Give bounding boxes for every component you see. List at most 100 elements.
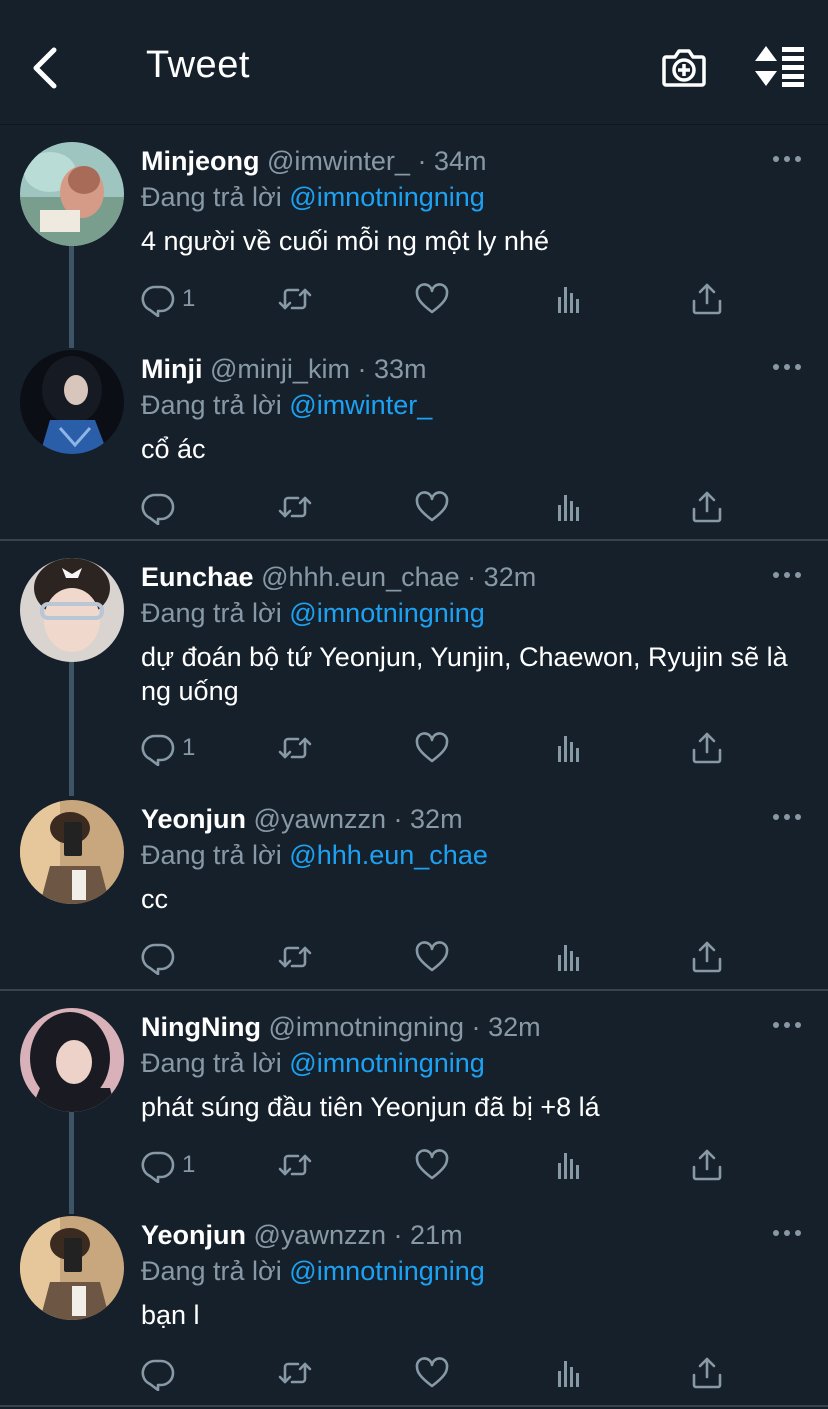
heart-icon (414, 1355, 450, 1391)
reply-button[interactable] (140, 487, 182, 527)
share-icon (689, 939, 725, 975)
display-name[interactable]: Minjeong (141, 146, 259, 176)
avatar[interactable] (20, 558, 124, 662)
timestamp[interactable]: 34m (434, 146, 487, 176)
display-name[interactable]: Yeonjun (141, 1220, 246, 1250)
tweet-text: 4 người về cuối mỗi ng một ly nhé (141, 226, 549, 256)
avatar[interactable] (20, 1216, 124, 1320)
user-handle[interactable]: @yawnzzn (254, 804, 386, 834)
analytics-button[interactable] (552, 487, 588, 527)
reply-button[interactable]: 1 (140, 728, 195, 768)
camera-plus-icon[interactable] (660, 43, 708, 91)
retweet-button[interactable] (277, 728, 313, 768)
avatar[interactable] (20, 800, 124, 904)
more-icon[interactable] (772, 154, 802, 164)
timestamp[interactable]: 32m (488, 1012, 541, 1042)
timestamp[interactable]: 33m (374, 354, 427, 384)
user-handle[interactable]: @minji_kim (210, 354, 350, 384)
reply-button[interactable]: 1 (140, 1145, 195, 1185)
replying-label: Đang trả lời (141, 390, 282, 420)
user-handle[interactable]: @imnotningning (269, 1012, 465, 1042)
retweet-button[interactable] (277, 937, 313, 977)
more-icon[interactable] (772, 362, 802, 372)
retweet-button[interactable] (277, 1145, 313, 1185)
share-button[interactable] (689, 728, 725, 768)
analytics-icon (552, 281, 588, 317)
timestamp[interactable]: 32m (410, 804, 463, 834)
retweet-button[interactable] (277, 1353, 313, 1393)
sort-icon[interactable] (752, 44, 808, 88)
retweet-icon (277, 1355, 313, 1391)
like-button[interactable] (414, 487, 450, 527)
mention-link[interactable]: @imnotningning (289, 182, 485, 212)
display-name[interactable]: Minji (141, 354, 203, 384)
share-icon (689, 730, 725, 766)
mention-link[interactable]: @imnotningning (289, 598, 485, 628)
thread-divider (0, 1405, 828, 1407)
like-button[interactable] (414, 728, 450, 768)
user-handle[interactable]: @imwinter_ (267, 146, 410, 176)
mention-link[interactable]: @imnotningning (289, 1256, 485, 1286)
thread-divider (0, 989, 828, 991)
user-handle[interactable]: @hhh.eun_chae (261, 562, 460, 592)
separator-dot: · (393, 804, 403, 834)
heart-icon (414, 281, 450, 317)
display-name[interactable]: NingNing (141, 1012, 261, 1042)
mention-link[interactable]: @imnotningning (289, 1048, 485, 1078)
retweet-icon (277, 489, 313, 525)
share-button[interactable] (689, 487, 725, 527)
share-button[interactable] (689, 937, 725, 977)
separator-dot: · (393, 1220, 403, 1250)
mention-link[interactable]: @imwinter_ (289, 390, 432, 420)
reply-button[interactable] (140, 937, 182, 977)
avatar[interactable] (20, 350, 124, 454)
top-bar: Tweet (0, 0, 828, 125)
timestamp[interactable]: 21m (410, 1220, 463, 1250)
like-button[interactable] (414, 279, 450, 319)
tweet-text: bạn l (141, 1300, 200, 1330)
share-button[interactable] (689, 1353, 725, 1393)
share-icon (689, 489, 725, 525)
more-icon[interactable] (772, 570, 802, 580)
analytics-button[interactable] (552, 1353, 588, 1393)
analytics-button[interactable] (552, 279, 588, 319)
mention-link[interactable]: @hhh.eun_chae (289, 840, 488, 870)
display-name[interactable]: Yeonjun (141, 804, 246, 834)
analytics-button[interactable] (552, 728, 588, 768)
tweet-header: Minji @minji_kim · 33m (141, 354, 427, 385)
reply-button[interactable] (140, 1353, 182, 1393)
user-handle[interactable]: @yawnzzn (254, 1220, 386, 1250)
heart-icon (414, 730, 450, 766)
tweet-header: Yeonjun @yawnzzn · 21m (141, 1220, 463, 1251)
share-button[interactable] (689, 1145, 725, 1185)
display-name[interactable]: Eunchae (141, 562, 254, 592)
timestamp[interactable]: 32m (484, 562, 537, 592)
replying-to: Đang trả lời @imwinter_ (141, 390, 432, 421)
retweet-button[interactable] (277, 279, 313, 319)
more-icon[interactable] (772, 1020, 802, 1030)
reply-button[interactable]: 1 (140, 279, 195, 319)
replying-to: Đang trả lời @imnotningning (141, 1048, 485, 1079)
avatar[interactable] (20, 142, 124, 246)
separator-dot: · (417, 146, 427, 176)
tweet-header: Eunchae @hhh.eun_chae · 32m (141, 562, 536, 593)
more-icon[interactable] (772, 1228, 802, 1238)
chevron-left-icon[interactable] (28, 46, 62, 90)
action-bar (0, 1353, 828, 1397)
analytics-button[interactable] (552, 937, 588, 977)
retweet-button[interactable] (277, 487, 313, 527)
tweet-text: cổ ác (141, 434, 206, 464)
share-button[interactable] (689, 279, 725, 319)
like-button[interactable] (414, 1353, 450, 1393)
avatar[interactable] (20, 1008, 124, 1112)
reply-icon (140, 730, 176, 766)
replying-to: Đang trả lời @imnotningning (141, 1256, 485, 1287)
action-bar (0, 487, 828, 531)
analytics-button[interactable] (552, 1145, 588, 1185)
reply-icon (140, 281, 176, 317)
like-button[interactable] (414, 937, 450, 977)
like-button[interactable] (414, 1145, 450, 1185)
retweet-icon (277, 1147, 313, 1183)
heart-icon (414, 489, 450, 525)
more-icon[interactable] (772, 812, 802, 822)
